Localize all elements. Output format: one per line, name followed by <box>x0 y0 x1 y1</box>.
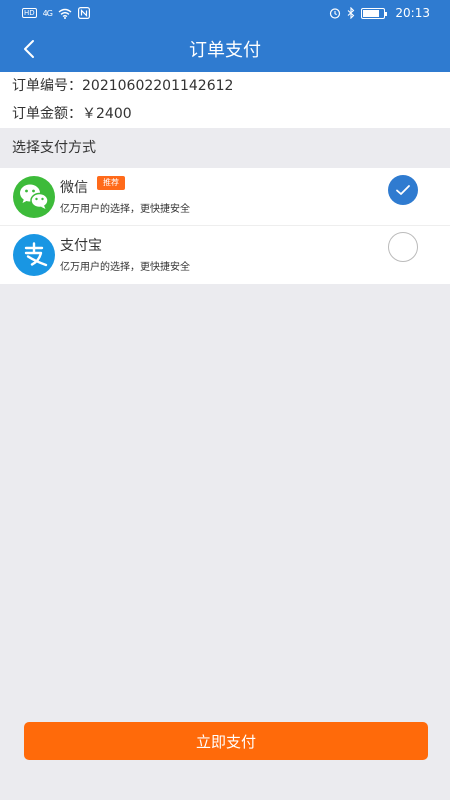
order-amount-label: 订单金额： <box>12 106 82 122</box>
clock: 20:13 <box>395 6 430 20</box>
alarm-icon <box>330 8 341 19</box>
wifi-icon <box>58 8 72 19</box>
wechat-icon <box>13 176 55 218</box>
order-number-value: 20210602201142612 <box>82 78 234 94</box>
hd-indicator: HD <box>22 8 37 18</box>
payment-option-alipay[interactable]: 支付宝 亿万用户的选择，更快捷安全 <box>0 226 450 284</box>
radio-checked[interactable] <box>388 175 418 205</box>
battery-icon <box>361 7 388 19</box>
radio-unchecked[interactable] <box>388 232 418 262</box>
status-bar: HD 4G 20:13 <box>0 0 450 26</box>
order-number-row: 订单编号：20210602201142612 <box>12 72 233 100</box>
section-title: 选择支付方式 <box>0 128 450 168</box>
payment-name: 微信 <box>60 180 88 196</box>
order-amount-row: 订单金额：￥2400 <box>12 100 132 128</box>
check-icon <box>396 185 410 195</box>
alipay-icon <box>13 234 55 276</box>
order-info: 订单编号：20210602201142612 订单金额：￥2400 <box>0 72 450 128</box>
back-button[interactable] <box>14 34 44 64</box>
payment-name: 支付宝 <box>60 238 102 254</box>
payment-option-wechat[interactable]: 微信 推荐 亿万用户的选择，更快捷安全 <box>0 168 450 226</box>
pay-now-button[interactable]: 立即支付 <box>24 722 428 760</box>
nav-bar: 订单支付 <box>0 26 450 72</box>
payment-method-list: 微信 推荐 亿万用户的选择，更快捷安全 支付宝 亿万用户的选择，更快捷安全 <box>0 168 450 284</box>
page-title: 订单支付 <box>189 40 261 61</box>
nfc-icon <box>77 7 90 19</box>
payment-description: 亿万用户的选择，更快捷安全 <box>60 262 190 273</box>
payment-description: 亿万用户的选择，更快捷安全 <box>60 204 190 215</box>
chevron-left-icon <box>24 40 34 58</box>
bluetooth-icon <box>348 7 355 19</box>
signal-indicator: 4G <box>42 8 53 18</box>
status-left: HD 4G <box>22 7 90 19</box>
status-right: 20:13 <box>329 6 430 20</box>
order-amount-value: ￥2400 <box>82 106 132 122</box>
order-number-label: 订单编号： <box>12 78 82 94</box>
recommended-badge: 推荐 <box>97 176 125 190</box>
